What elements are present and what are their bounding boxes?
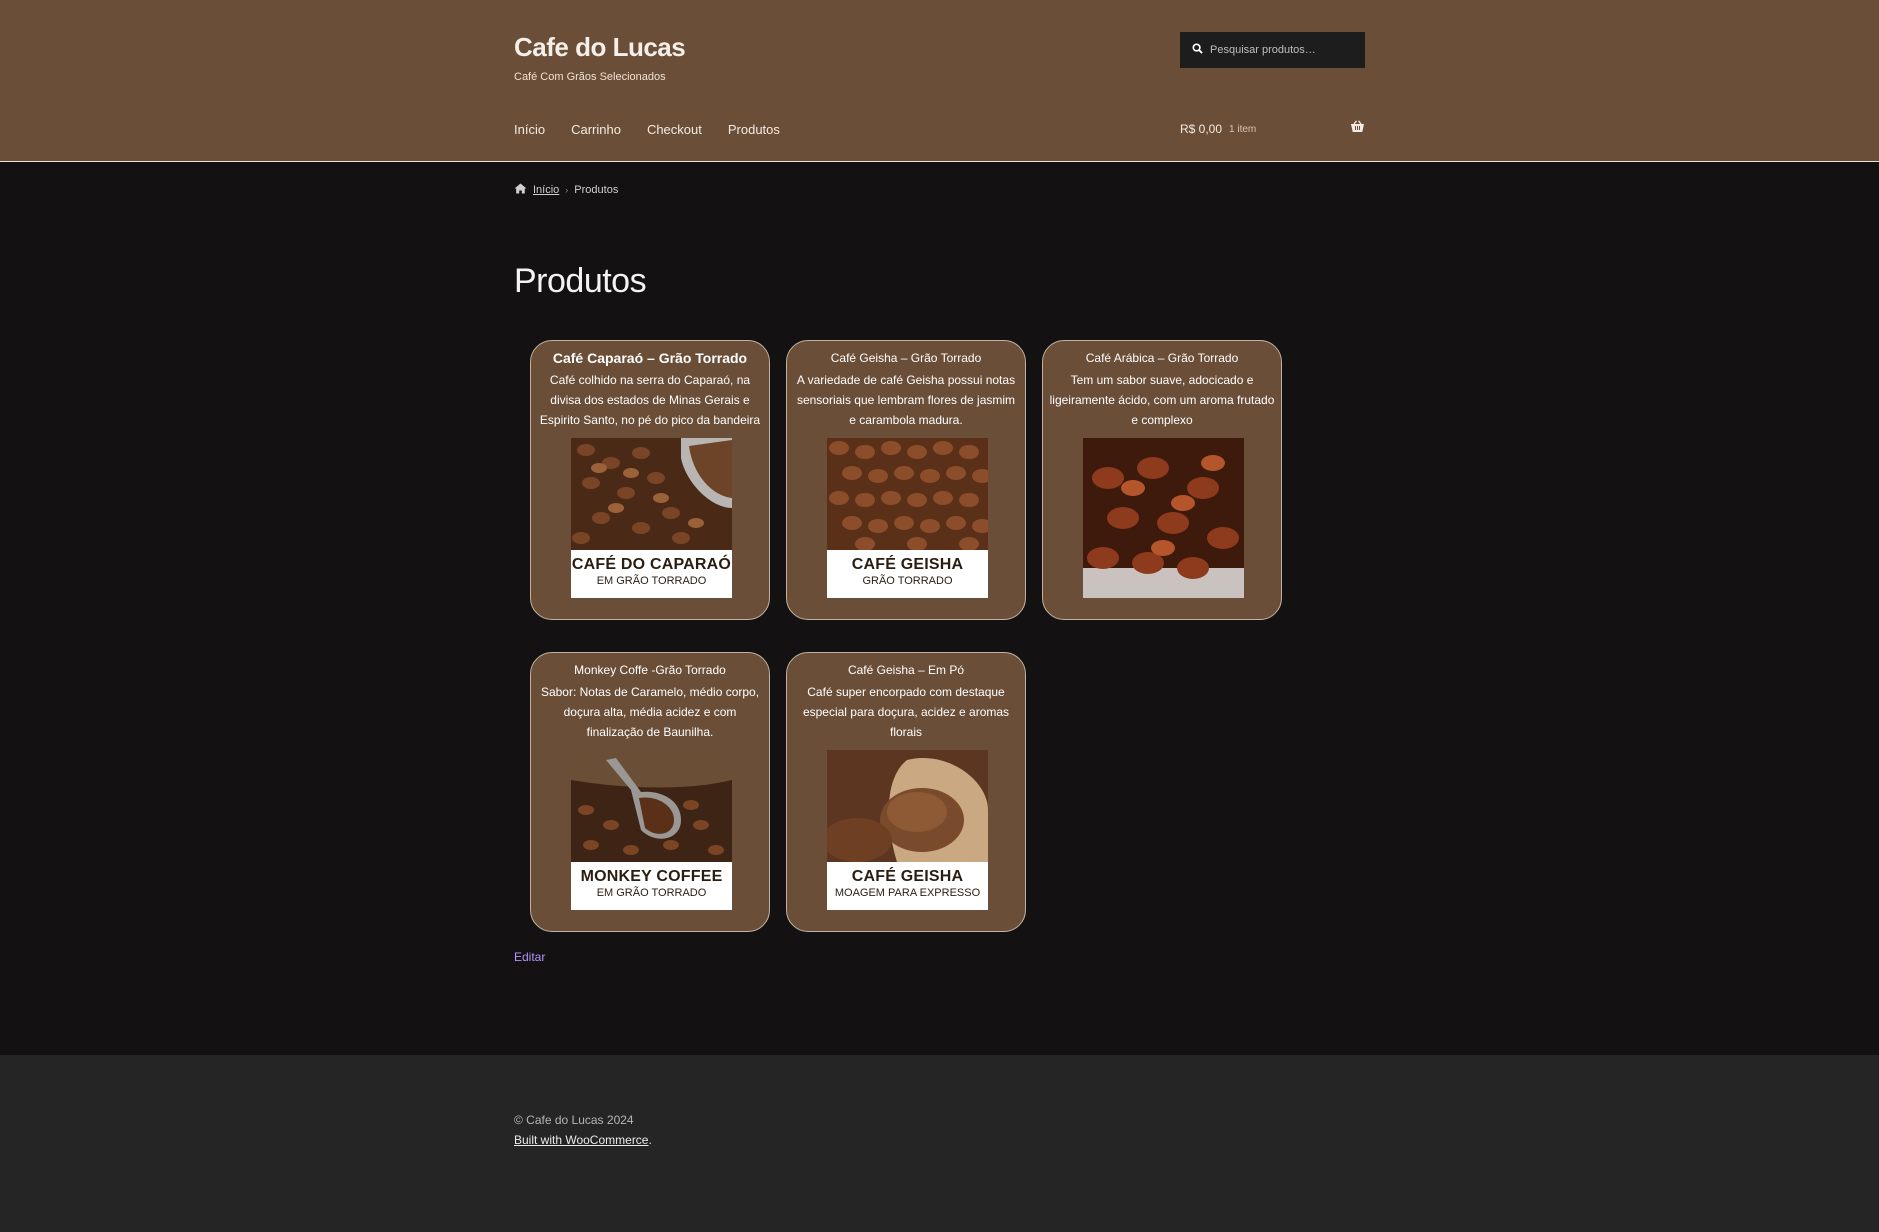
product-name[interactable]: Café Caparaó – Grão Torrado — [531, 350, 769, 366]
breadcrumb-separator-icon: › — [565, 185, 569, 195]
site-header: Cafe do Lucas Café Com Grãos Selecionado… — [0, 0, 1879, 162]
page-title: Produtos — [514, 262, 647, 300]
package-label-line1: CAFÉ GEISHA — [851, 868, 964, 885]
nav-item-carrinho[interactable]: Carrinho — [571, 122, 621, 137]
site-footer: © Cafe do Lucas 2024 Built with WooComme… — [0, 1055, 1879, 1232]
product-package-label: CAFÉ DO CAPARAÓ EM GRÃO TORRADO — [571, 550, 732, 598]
package-label-line1: CAFÉ DO CAPARAÓ — [571, 556, 732, 573]
nav-item-inicio[interactable]: Início — [514, 122, 545, 137]
primary-navigation: Início Carrinho Checkout Produtos — [514, 122, 780, 137]
package-label-line2: EM GRÃO TORRADO — [596, 575, 707, 587]
product-image[interactable]: CAFÉ GEISHA MOAGEM PARA EXPRESSO — [827, 750, 988, 910]
breadcrumb-home-link[interactable]: Início — [533, 184, 559, 196]
package-label-line1: MONKEY COFFEE — [580, 868, 723, 885]
woocommerce-link[interactable]: Built with WooCommerce — [514, 1133, 648, 1147]
product-description: Tem um sabor suave, adocicado e ligeiram… — [1049, 373, 1275, 427]
header-cart[interactable]: R$ 0,00 1 item — [1180, 120, 1365, 138]
product-name[interactable]: Café Geisha – Grão Torrado — [787, 350, 1025, 366]
product-name[interactable]: Café Arábica – Grão Torrado — [1043, 350, 1281, 366]
product-description: Sabor: Notas de Caramelo, médio corpo, d… — [540, 685, 760, 739]
product-card[interactable]: Café Geisha – Grão Torrado A variedade d… — [786, 340, 1026, 620]
product-description: A variedade de café Geisha possui notas … — [796, 373, 1016, 427]
product-package-label: MONKEY COFFEE EM GRÃO TORRADO — [571, 862, 732, 910]
breadcrumb: Início › Produtos — [514, 183, 618, 197]
product-package-label: CAFÉ GEISHA GRÃO TORRADO — [827, 550, 988, 598]
site-branding: Cafe do Lucas Café Com Grãos Selecionado… — [514, 32, 686, 83]
nav-item-checkout[interactable]: Checkout — [647, 122, 702, 137]
product-package-label: CAFÉ GEISHA MOAGEM PARA EXPRESSO — [827, 862, 988, 910]
product-card[interactable]: Café Arábica – Grão Torrado Tem um sabor… — [1042, 340, 1282, 620]
home-icon — [514, 183, 527, 197]
site-title[interactable]: Cafe do Lucas — [514, 32, 686, 63]
cart-count[interactable]: 1 item — [1229, 124, 1256, 135]
package-label-line1: CAFÉ GEISHA — [851, 556, 964, 573]
package-label-line2: MOAGEM PARA EXPRESSO — [834, 887, 981, 899]
search-icon — [1192, 43, 1203, 57]
breadcrumb-current: Produtos — [574, 184, 619, 196]
package-label-line2: GRÃO TORRADO — [862, 575, 953, 587]
product-image[interactable] — [1083, 438, 1244, 598]
site-tagline: Café Com Grãos Selecionados — [514, 71, 666, 83]
footer-copyright: © Cafe do Lucas 2024 — [514, 1113, 634, 1127]
footer-credit: Built with WooCommerce. — [514, 1133, 652, 1147]
product-description: Café super encorpado com destaque especi… — [802, 685, 1010, 739]
nav-item-produtos[interactable]: Produtos — [728, 122, 780, 137]
product-search[interactable] — [1180, 32, 1365, 68]
product-image[interactable]: CAFÉ DO CAPARAÓ EM GRÃO TORRADO — [571, 438, 732, 598]
footer-credit-suffix: . — [648, 1133, 652, 1147]
product-name[interactable]: Café Geisha – Em Pó — [787, 662, 1025, 678]
package-label-line2: EM GRÃO TORRADO — [596, 887, 707, 899]
search-input[interactable] — [1210, 44, 1360, 56]
product-image[interactable]: MONKEY COFFEE EM GRÃO TORRADO — [571, 750, 732, 910]
cart-amount[interactable]: R$ 0,00 — [1180, 122, 1222, 136]
edit-page-link[interactable]: Editar — [514, 950, 545, 964]
product-name[interactable]: Monkey Coffe -Grão Torrado — [531, 662, 769, 678]
product-image[interactable]: CAFÉ GEISHA GRÃO TORRADO — [827, 438, 988, 598]
basket-icon[interactable] — [1350, 120, 1365, 138]
product-card[interactable]: Café Geisha – Em Pó Café super encorpado… — [786, 652, 1026, 932]
product-card[interactable]: Café Caparaó – Grão Torrado Café colhido… — [530, 340, 770, 620]
product-card[interactable]: Monkey Coffe -Grão Torrado Sabor: Notas … — [530, 652, 770, 932]
product-description: Café colhido na serra do Caparaó, na div… — [539, 373, 761, 427]
